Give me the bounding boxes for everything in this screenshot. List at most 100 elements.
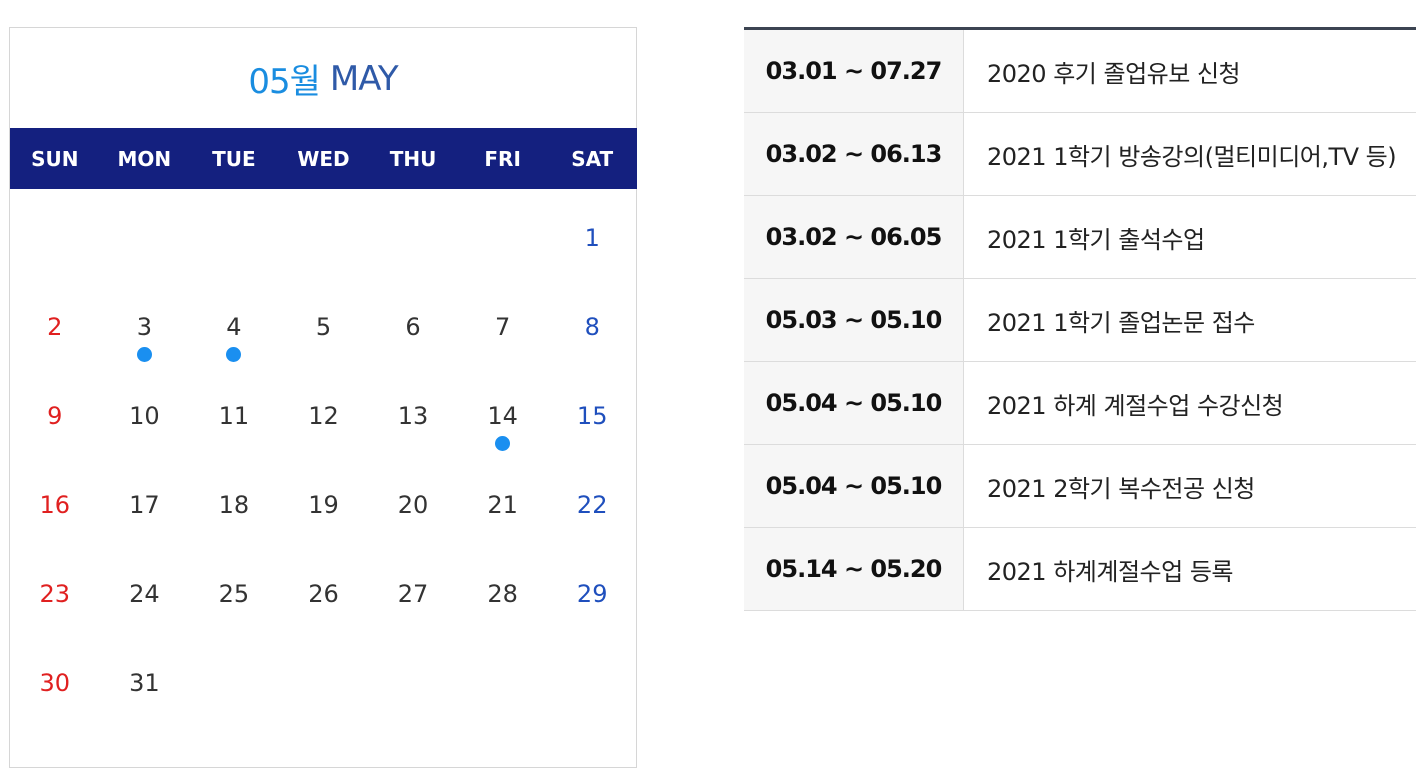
- schedule-list: 03.01 ~ 07.27 2020 후기 졸업유보 신청 03.02 ~ 06…: [744, 27, 1416, 611]
- day-cell[interactable]: 31: [100, 634, 190, 723]
- day-cell[interactable]: 21: [458, 456, 548, 545]
- weekday-header: SUN MON TUE WED THU FRI SAT: [10, 128, 637, 189]
- weekday-sat: SAT: [571, 146, 614, 171]
- empty-day-cell: [10, 189, 100, 278]
- day-cell[interactable]: 29: [547, 545, 637, 634]
- schedule-title[interactable]: 2021 하계 계절수업 수강신청: [964, 362, 1416, 444]
- schedule-date: 05.14 ~ 05.20: [744, 528, 964, 610]
- day-cell[interactable]: 25: [189, 545, 279, 634]
- day-cell[interactable]: 1: [547, 189, 637, 278]
- event-dot-icon: [136, 347, 152, 362]
- day-cell[interactable]: 5: [279, 278, 369, 367]
- day-cell[interactable]: 9: [10, 367, 100, 456]
- day-cell[interactable]: 20: [368, 456, 458, 545]
- day-cell[interactable]: 4: [189, 278, 279, 367]
- day-number: 8: [584, 313, 600, 341]
- day-number: 6: [405, 313, 421, 341]
- day-cell[interactable]: 22: [547, 456, 637, 545]
- weekday-wed: WED: [297, 146, 350, 171]
- schedule-row[interactable]: 03.02 ~ 06.13 2021 1학기 방송강의(멀티미디어,TV 등): [744, 113, 1416, 196]
- day-number: 14: [487, 402, 518, 430]
- day-cell[interactable]: 16: [10, 456, 100, 545]
- day-cell[interactable]: 23: [10, 545, 100, 634]
- day-cell[interactable]: 26: [279, 545, 369, 634]
- schedule-row[interactable]: 05.14 ~ 05.20 2021 하계계절수업 등록: [744, 528, 1416, 611]
- month-name: MAY: [329, 58, 399, 99]
- day-number: 30: [39, 669, 71, 697]
- day-cell[interactable]: 11: [189, 367, 279, 456]
- day-number: 29: [576, 580, 608, 608]
- calendar: 05월 MAY SUN MON TUE WED THU FRI SAT 1234…: [9, 27, 637, 768]
- day-number: 26: [308, 580, 339, 608]
- schedule-row[interactable]: 05.04 ~ 05.10 2021 2학기 복수전공 신청: [744, 445, 1416, 528]
- day-cell[interactable]: 8: [547, 278, 637, 367]
- schedule-row[interactable]: 05.03 ~ 05.10 2021 1학기 졸업논문 접수: [744, 279, 1416, 362]
- day-cell[interactable]: 2: [10, 278, 100, 367]
- empty-day-cell: [189, 189, 279, 278]
- empty-day-cell: [100, 189, 190, 278]
- day-cell[interactable]: 7: [458, 278, 548, 367]
- day-number: 27: [397, 580, 429, 608]
- day-number: 11: [218, 402, 250, 430]
- schedule-title[interactable]: 2021 1학기 출석수업: [964, 196, 1416, 278]
- weekday-sun: SUN: [31, 146, 79, 171]
- day-number: 10: [129, 402, 160, 430]
- empty-day-cell: [279, 189, 369, 278]
- day-number: 5: [315, 313, 332, 341]
- day-cell[interactable]: 13: [368, 367, 458, 456]
- day-cell[interactable]: 17: [100, 456, 190, 545]
- schedule-title[interactable]: 2021 1학기 졸업논문 접수: [964, 279, 1416, 361]
- schedule-title[interactable]: 2021 2학기 복수전공 신청: [964, 445, 1416, 527]
- day-number: 15: [576, 402, 608, 430]
- day-number: 23: [39, 580, 71, 608]
- schedule-row[interactable]: 03.01 ~ 07.27 2020 후기 졸업유보 신청: [744, 30, 1416, 113]
- schedule-title[interactable]: 2020 후기 졸업유보 신청: [964, 30, 1416, 112]
- day-cell[interactable]: 12: [279, 367, 369, 456]
- schedule-date: 05.03 ~ 05.10: [744, 279, 964, 361]
- schedule-title[interactable]: 2021 1학기 방송강의(멀티미디어,TV 등): [964, 113, 1416, 195]
- day-number: 17: [129, 491, 160, 519]
- day-cell[interactable]: 27: [368, 545, 458, 634]
- weekday-mon: MON: [117, 146, 172, 171]
- day-number: 31: [129, 669, 160, 697]
- day-number: 21: [487, 491, 518, 519]
- day-cell[interactable]: 24: [100, 545, 190, 634]
- day-number: 28: [487, 580, 518, 608]
- day-number: 18: [218, 491, 250, 519]
- day-cell[interactable]: 28: [458, 545, 548, 634]
- day-cell[interactable]: 19: [279, 456, 369, 545]
- day-cell[interactable]: 18: [189, 456, 279, 545]
- empty-day-cell: [458, 189, 548, 278]
- month-number: 05월: [248, 62, 321, 102]
- day-cell[interactable]: 15: [547, 367, 637, 456]
- day-cell[interactable]: 3: [100, 278, 190, 367]
- schedule-title[interactable]: 2021 하계계절수업 등록: [964, 528, 1416, 610]
- day-number: 7: [494, 313, 511, 341]
- day-number: 12: [308, 402, 339, 430]
- calendar-title: 05월 MAY: [10, 28, 636, 129]
- day-cell[interactable]: 10: [100, 367, 190, 456]
- day-cell[interactable]: 30: [10, 634, 100, 723]
- day-number: 20: [397, 491, 429, 519]
- day-number: 16: [39, 491, 71, 519]
- schedule-date: 03.01 ~ 07.27: [744, 30, 964, 112]
- schedule-date: 05.04 ~ 05.10: [744, 445, 964, 527]
- day-number: 13: [397, 402, 429, 430]
- day-number: 24: [129, 580, 160, 608]
- day-number: 22: [576, 491, 608, 519]
- day-number: 25: [218, 580, 250, 608]
- schedule-row[interactable]: 05.04 ~ 05.10 2021 하계 계절수업 수강신청: [744, 362, 1416, 445]
- event-dot-icon: [495, 436, 511, 451]
- schedule-row[interactable]: 03.02 ~ 06.05 2021 1학기 출석수업: [744, 196, 1416, 279]
- day-cell[interactable]: 6: [368, 278, 458, 367]
- weekday-fri: FRI: [484, 146, 521, 171]
- day-cell[interactable]: 14: [458, 367, 548, 456]
- schedule-date: 03.02 ~ 06.05: [744, 196, 964, 278]
- schedule-date: 05.04 ~ 05.10: [744, 362, 964, 444]
- event-dot-icon: [226, 347, 242, 362]
- day-number: 2: [47, 313, 63, 341]
- day-number: 1: [584, 224, 600, 252]
- weekday-tue: TUE: [212, 146, 256, 171]
- empty-day-cell: [368, 189, 458, 278]
- schedule-date: 03.02 ~ 06.13: [744, 113, 964, 195]
